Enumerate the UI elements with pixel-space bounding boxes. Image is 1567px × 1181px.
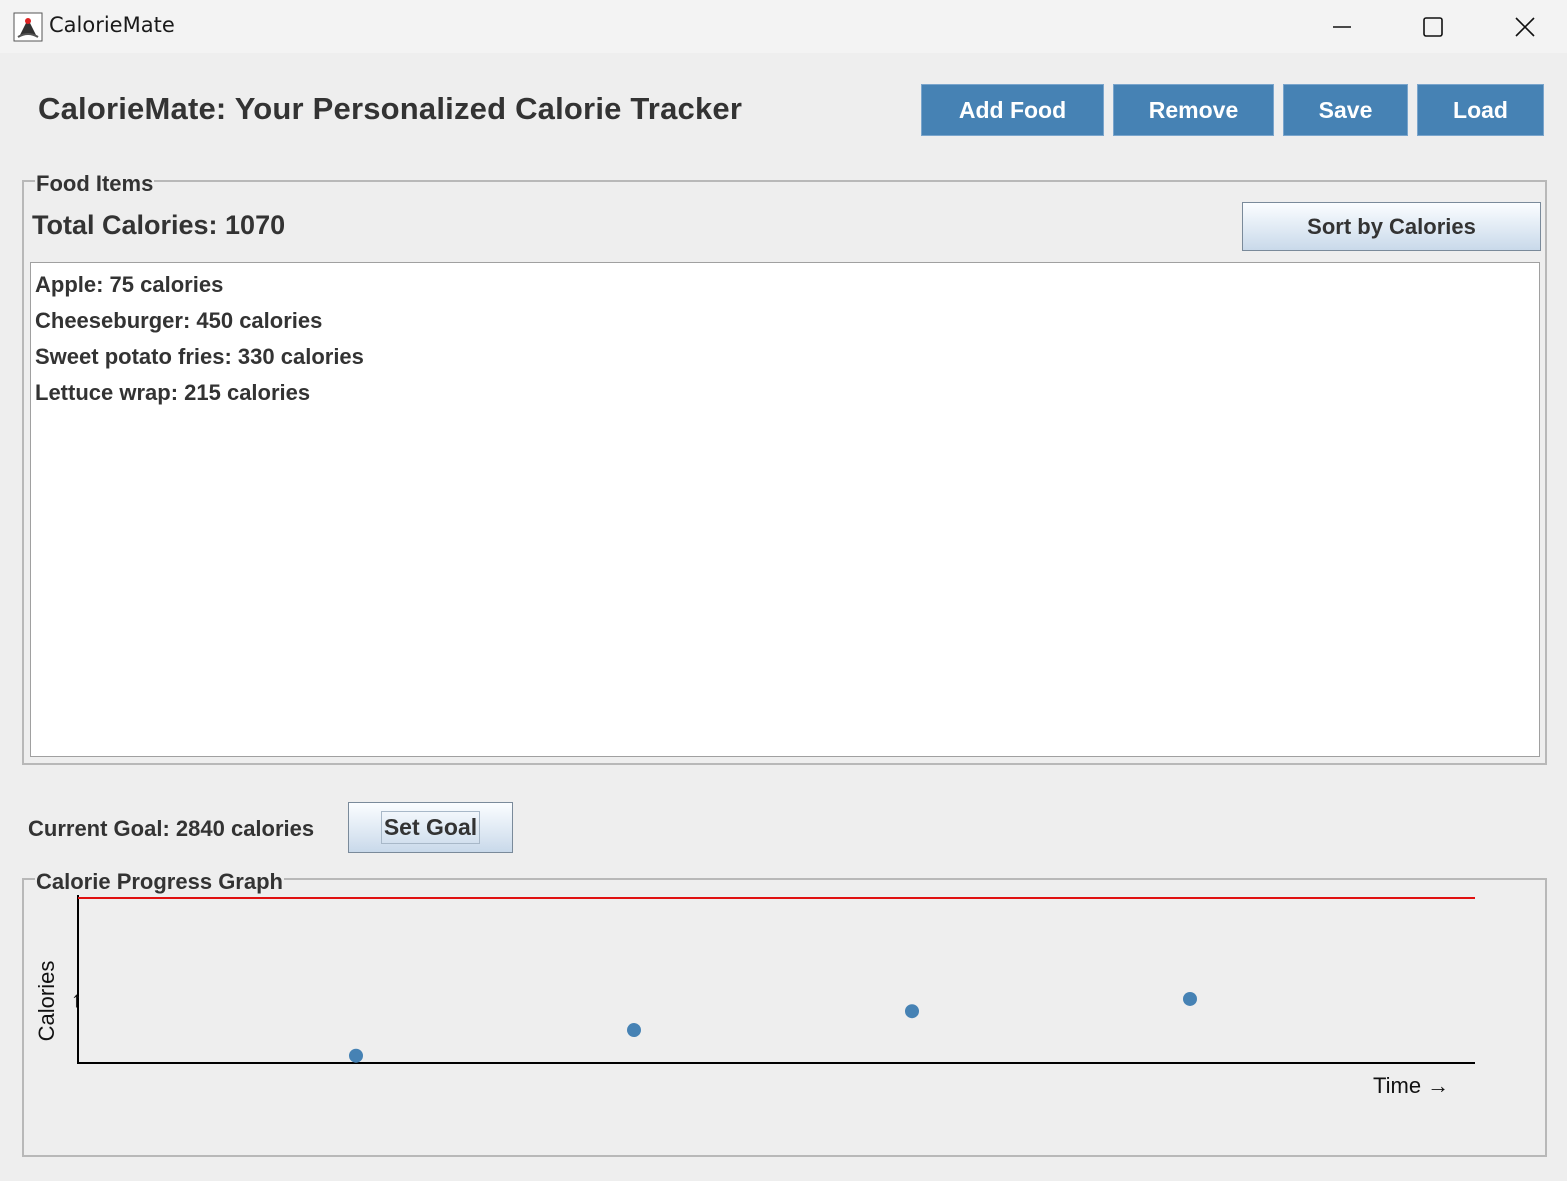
calorie-progress-chart xyxy=(77,885,1475,1064)
main-window: CalorieMate CalorieMate: Your Personaliz… xyxy=(0,0,1567,1181)
y-axis-label: Calories → xyxy=(34,960,85,1042)
calorie-graph-panel-title: Calorie Progress Graph xyxy=(35,869,284,895)
x-axis-label: Time → xyxy=(1373,1073,1450,1098)
data-point xyxy=(905,1004,919,1019)
data-point xyxy=(349,1048,363,1063)
data-points xyxy=(349,991,1197,1063)
data-point xyxy=(627,1023,641,1038)
data-point xyxy=(1183,991,1197,1006)
